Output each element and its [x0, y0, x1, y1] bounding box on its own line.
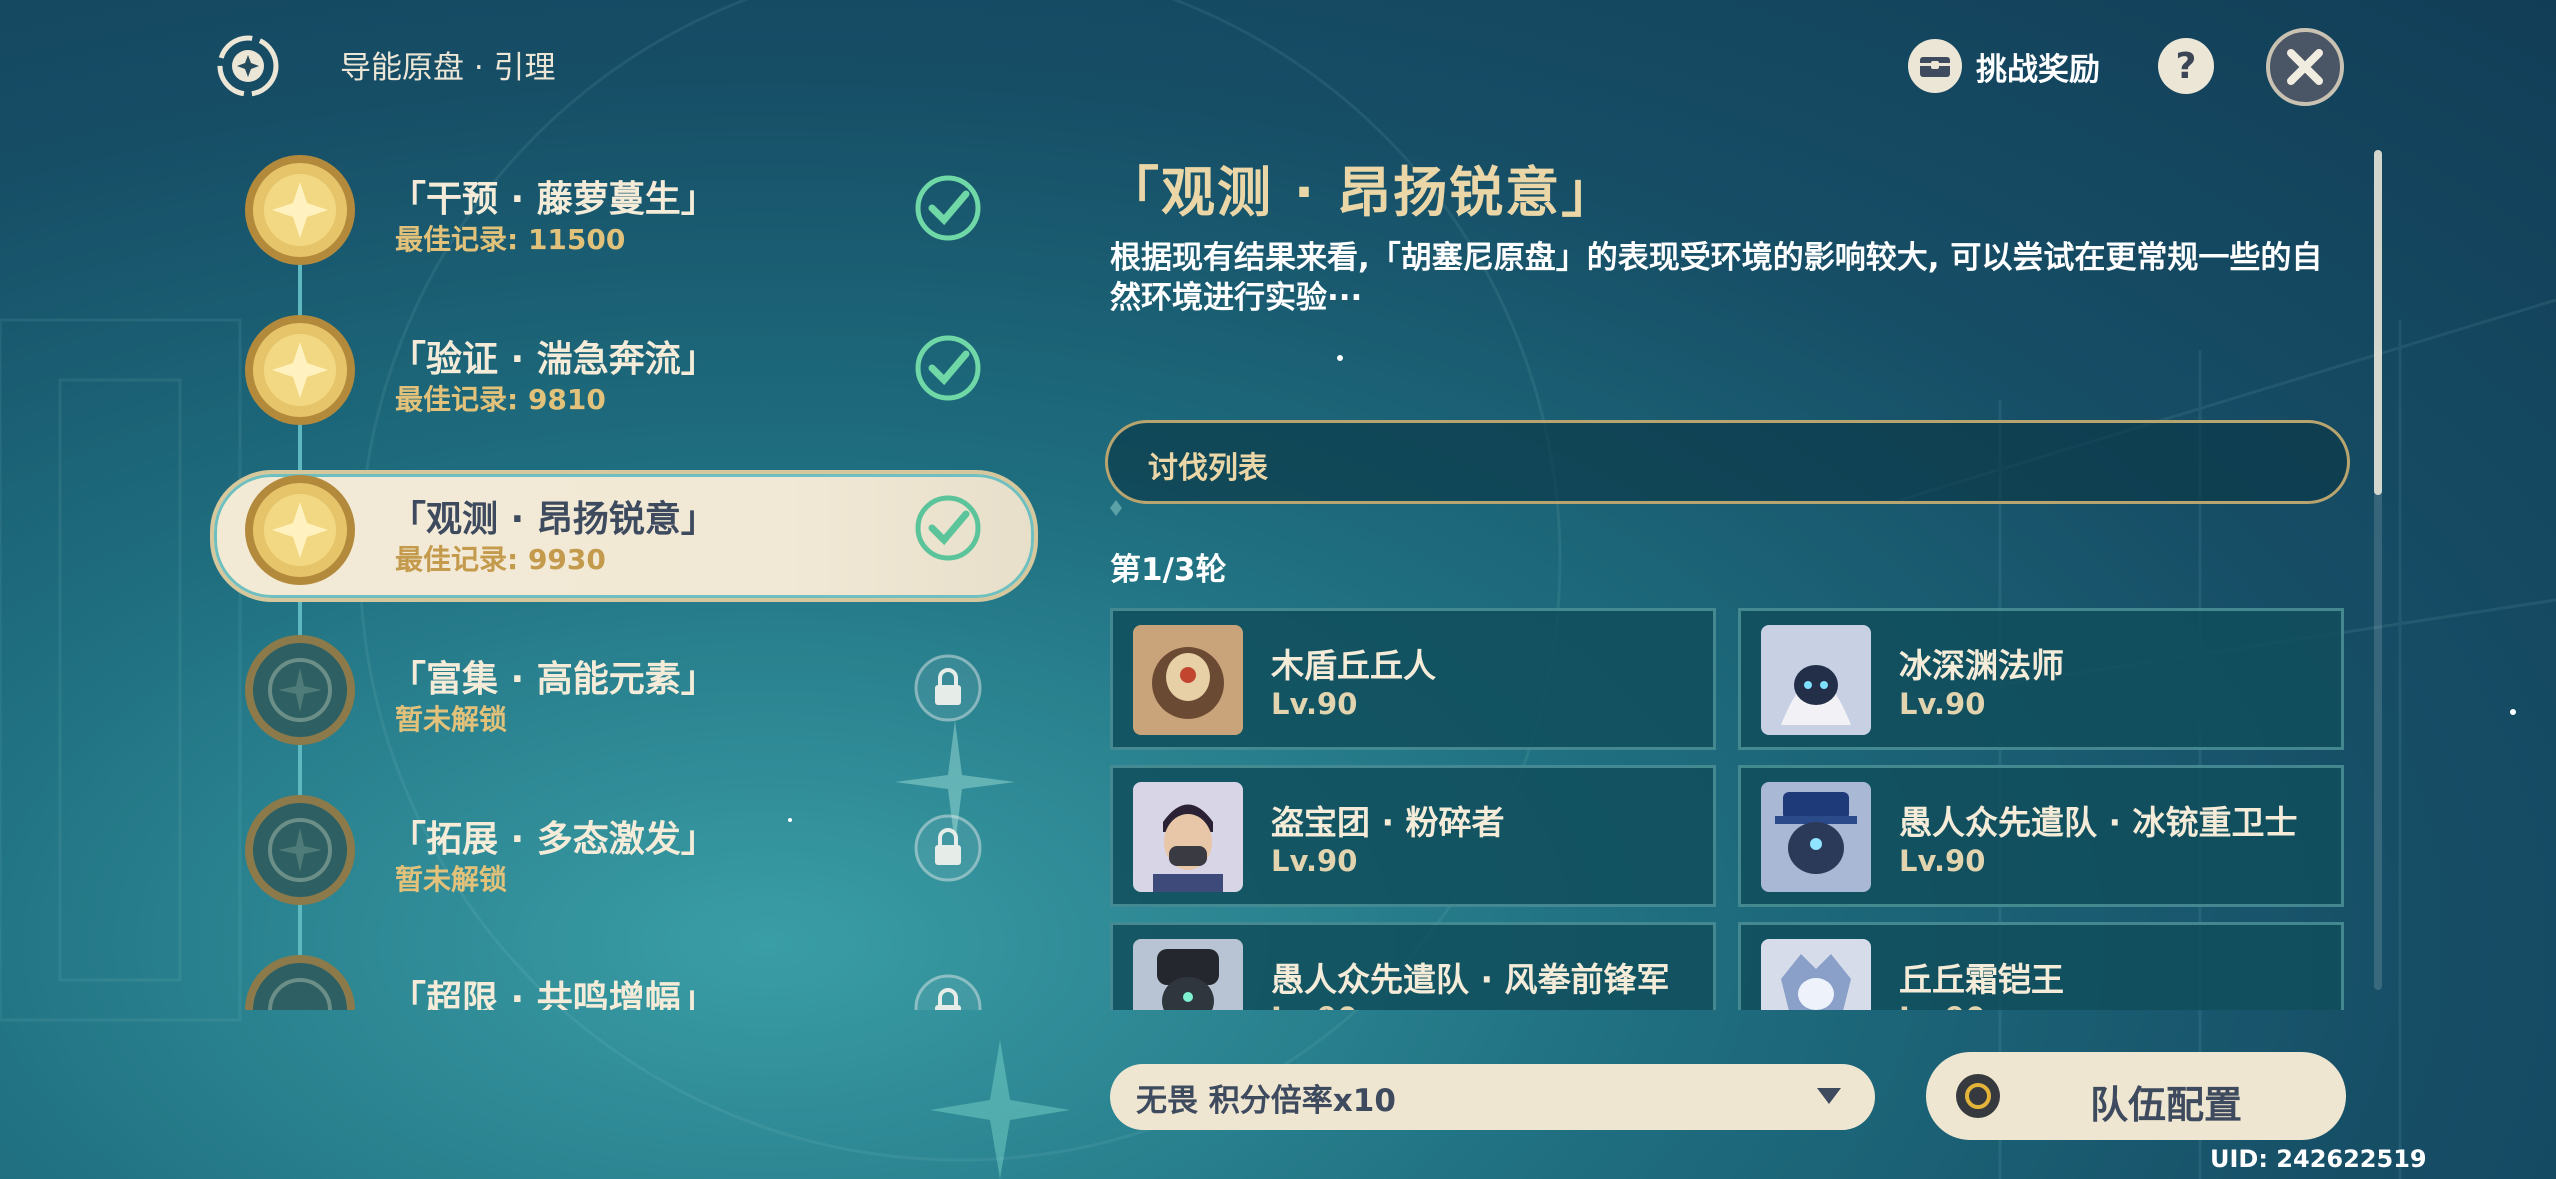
locked-medal-icon	[245, 635, 355, 745]
enemy-name: 冰深渊法师	[1899, 646, 2064, 685]
level-best-record: 暂未解锁	[395, 863, 508, 896]
help-button[interactable]: ?	[2158, 38, 2214, 94]
team-setup-button[interactable]: 队伍配置	[1926, 1052, 2346, 1140]
level-item[interactable]: 「富集 · 高能元素」 暂未解锁	[190, 620, 1060, 760]
completed-check-icon	[915, 335, 981, 401]
top-bar: 导能原盘 · 引理 挑战奖励 ?	[0, 0, 2556, 130]
lock-icon	[914, 974, 982, 1010]
frostarm-lawachurl-portrait-icon	[1761, 939, 1871, 1010]
team-setup-label: 队伍配置	[2089, 1083, 2242, 1127]
cryo-abyss-mage-portrait-icon	[1761, 625, 1871, 735]
enemy-card[interactable]: 愚人众先遣队 · 冰铳重卫士 Lv.90	[1738, 765, 2344, 907]
uid-label: UID: 242622519	[2210, 1145, 2427, 1173]
completed-check-icon	[915, 495, 981, 561]
enemy-level: Lv.90	[1899, 844, 1986, 878]
gold-medal-icon	[245, 315, 355, 425]
lock-icon	[914, 814, 982, 882]
enemy-list-header[interactable]: 讨伐列表	[1105, 420, 2350, 504]
enemy-level: Lv.90	[1271, 844, 1358, 878]
enemy-card[interactable]: 木盾丘丘人 Lv.90	[1110, 608, 1716, 750]
locked-medal-icon	[245, 795, 355, 905]
close-button[interactable]	[2266, 28, 2344, 106]
level-item[interactable]: 「验证 · 湍急奔流」 最佳记录: 9810	[190, 300, 1060, 440]
challenge-level-list: 「干预 · 藤萝蔓生」 最佳记录: 11500 「验证 · 湍急奔流」 最佳记录…	[190, 140, 1060, 1010]
challenge-reward-button[interactable]: 挑战奖励	[1908, 38, 2100, 94]
breadcrumb: 导能原盘 · 引理	[340, 50, 556, 86]
reward-chest-icon	[1908, 39, 1962, 93]
enemy-name: 木盾丘丘人	[1271, 646, 1436, 685]
fatui-cryogunner-portrait-icon	[1761, 782, 1871, 892]
level-item[interactable]: 「干预 · 藤萝蔓生」 最佳记录: 11500	[190, 140, 1060, 280]
enemy-name: 丘丘霜铠王	[1899, 960, 2064, 999]
gold-medal-icon	[245, 155, 355, 265]
difficulty-selected-value: 无畏 积分倍率x10	[1136, 1082, 1396, 1119]
fatui-anemoboxer-portrait-icon	[1133, 939, 1243, 1010]
locked-medal-icon	[245, 955, 355, 1010]
domain-emblem-icon	[217, 35, 279, 97]
level-best-record: 最佳记录: 11500	[395, 223, 626, 256]
enemy-list-label: 讨伐列表	[1148, 451, 1268, 486]
enemy-name: 愚人众先遣队 · 风拳前锋军	[1271, 960, 1670, 999]
enemy-card[interactable]: 愚人众先遣队 · 风拳前锋军 Lv.90	[1110, 922, 1716, 1010]
gold-medal-icon	[245, 475, 355, 585]
level-title: 「观测 · 昂扬锐意」	[390, 499, 717, 540]
level-item-selected[interactable]: 「观测 · 昂扬锐意」 最佳记录: 9930	[190, 460, 1060, 602]
lock-icon	[914, 654, 982, 722]
chevron-down-icon	[1817, 1088, 1841, 1104]
detail-scrollbar[interactable]	[2374, 150, 2382, 990]
enemy-level: Lv.90	[1271, 1001, 1357, 1010]
question-icon: ?	[2175, 45, 2197, 87]
level-best-record: 暂未解锁	[395, 703, 508, 736]
challenge-reward-label: 挑战奖励	[1976, 51, 2100, 88]
round-label: 第1/3轮	[1110, 552, 1227, 588]
level-title: 「拓展 · 多态激发」	[390, 819, 717, 860]
level-title: 「富集 · 高能元素」	[390, 659, 717, 700]
treasure-hoarder-portrait-icon	[1133, 782, 1243, 892]
enemy-name: 盗宝团 · 粉碎者	[1271, 803, 1505, 842]
enemy-grid: 木盾丘丘人 Lv.90 冰深渊法师 Lv.90 盗宝团 · 粉碎者 Lv.90 …	[1110, 608, 2346, 1010]
detail-title: 「观测 · 昂扬锐意」	[1105, 161, 1618, 224]
level-title: 「超限 · 共鸣增幅」	[390, 979, 717, 1010]
scroll-thumb[interactable]	[2374, 150, 2382, 495]
level-item[interactable]: 「超限 · 共鸣增幅」	[190, 940, 1060, 1010]
level-item[interactable]: 「拓展 · 多态激发」 暂未解锁	[190, 780, 1060, 920]
enemy-level: Lv.90	[1899, 687, 1986, 721]
enemy-level: Lv.90	[1899, 1001, 1985, 1010]
completed-check-icon	[915, 175, 981, 241]
level-title: 「干预 · 藤萝蔓生」	[390, 179, 717, 220]
difficulty-select[interactable]: 无畏 积分倍率x10	[1110, 1064, 1875, 1130]
enemy-level: Lv.90	[1271, 687, 1358, 721]
enemy-name: 愚人众先遣队 · 冰铳重卫士	[1899, 803, 2298, 842]
level-best-record: 最佳记录: 9930	[395, 543, 606, 576]
hilichurl-shield-portrait-icon	[1133, 625, 1243, 735]
detail-description: 根据现有结果来看,「胡塞尼原盘」的表现受环境的影响较大, 可以尝试在更常规一些的…	[1110, 240, 2323, 316]
level-best-record: 最佳记录: 9810	[395, 383, 606, 416]
enemy-card[interactable]: 丘丘霜铠王 Lv.90	[1738, 922, 2344, 1010]
close-icon	[2287, 49, 2323, 85]
enemy-card[interactable]: 冰深渊法师 Lv.90	[1738, 608, 2344, 750]
level-title: 「验证 · 湍急奔流」	[390, 339, 717, 380]
enemy-card[interactable]: 盗宝团 · 粉碎者 Lv.90	[1110, 765, 1716, 907]
